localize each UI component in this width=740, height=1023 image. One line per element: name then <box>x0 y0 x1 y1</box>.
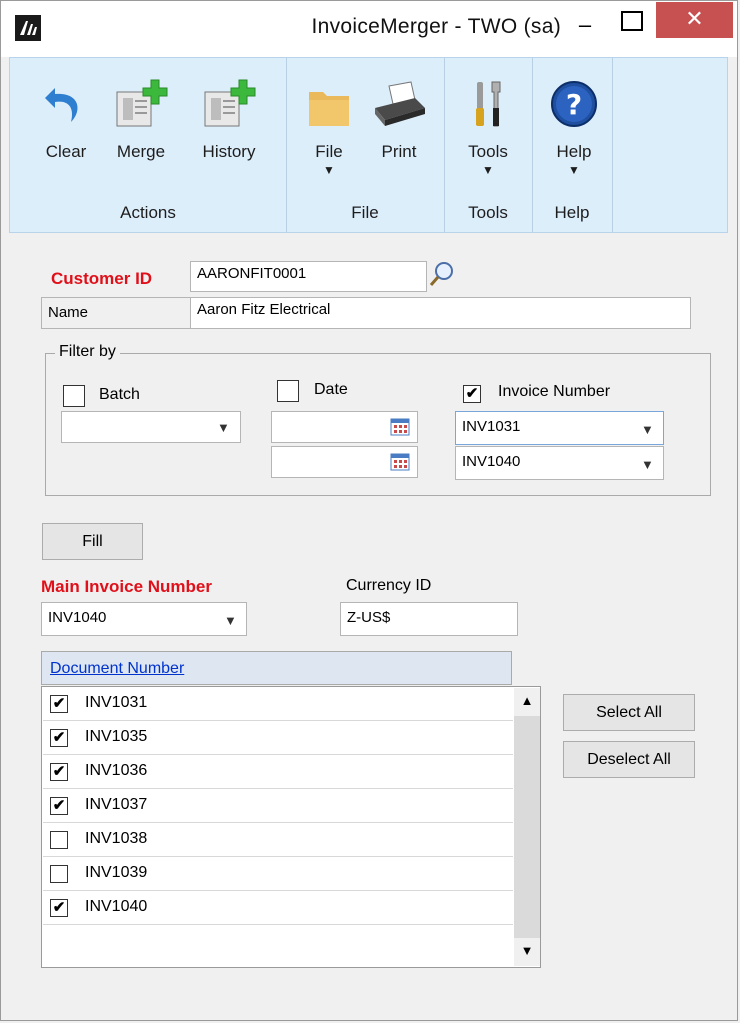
document-number-cell: INV1040 <box>85 898 148 915</box>
file-menu-button[interactable]: File ▼ <box>298 78 360 176</box>
chevron-down-icon: ▼ <box>224 613 237 628</box>
calendar-icon[interactable] <box>390 418 410 440</box>
date-from-field[interactable] <box>271 411 418 443</box>
merge-label: Merge <box>116 142 166 161</box>
chevron-down-icon: ▼ <box>217 420 230 435</box>
group-label-help: Help <box>554 203 590 222</box>
name-label: Name <box>48 304 89 321</box>
table-row[interactable]: ✔ INV1036 <box>43 755 513 789</box>
batch-dropdown[interactable]: ▼ <box>61 411 241 443</box>
document-number-cell: INV1031 <box>85 694 148 711</box>
deselect-all-button[interactable]: Deselect All <box>563 741 695 778</box>
batch-checkbox[interactable] <box>63 385 85 407</box>
table-row[interactable]: INV1038 <box>43 823 513 857</box>
row-checkbox[interactable]: ✔ <box>50 797 68 815</box>
table-row[interactable]: ✔ INV1031 <box>43 687 513 721</box>
file-label: File <box>315 142 343 161</box>
document-number-cell: INV1039 <box>85 864 148 881</box>
help-label: Help <box>556 142 592 161</box>
group-label-actions: Actions <box>120 203 176 222</box>
batch-label: Batch <box>99 386 140 403</box>
document-number-cell: INV1036 <box>85 762 148 779</box>
row-checkbox[interactable]: ✔ <box>50 763 68 781</box>
date-label: Date <box>314 381 348 398</box>
scroll-up-icon[interactable]: ▲ <box>514 688 540 716</box>
chevron-down-icon: ▼ <box>482 163 494 177</box>
chevron-down-icon: ▼ <box>323 163 335 177</box>
lookup-icon[interactable] <box>427 260 457 290</box>
clear-label: Clear <box>45 142 87 161</box>
tools-menu-button[interactable]: Tools ▼ <box>454 78 522 176</box>
maximize-button[interactable] <box>621 11 643 31</box>
grid-header: Document Number <box>41 651 512 685</box>
document-add-icon <box>201 78 257 130</box>
help-icon: ? <box>549 78 599 130</box>
invoice-to-value: INV1040 <box>462 453 521 470</box>
title-bar: InvoiceMerger - TWO (sa) – ✕ <box>1 1 737 57</box>
close-button[interactable]: ✕ <box>656 2 733 38</box>
history-label: History <box>202 142 256 161</box>
select-all-button[interactable]: Select All <box>563 694 695 731</box>
table-row[interactable]: ✔ INV1040 <box>43 891 513 925</box>
name-label-cell: Name <box>41 297 191 329</box>
invoice-from-dropdown[interactable]: INV1031 ▼ <box>455 411 664 445</box>
filter-by-legend: Filter by <box>55 343 120 361</box>
chevron-down-icon: ▼ <box>641 457 654 472</box>
row-checkbox[interactable]: ✔ <box>50 695 68 713</box>
date-checkbox[interactable] <box>277 380 299 402</box>
table-row[interactable]: INV1039 <box>43 857 513 891</box>
folder-icon <box>303 78 355 130</box>
print-label: Print <box>381 142 417 161</box>
fill-button[interactable]: Fill <box>42 523 143 560</box>
row-checkbox[interactable]: ✔ <box>50 899 68 917</box>
ribbon-separator <box>612 58 613 232</box>
main-invoice-value: INV1040 <box>48 609 107 626</box>
document-grid: ✔ INV1031 ✔ INV1035 ✔ INV1036 ✔ INV1037 … <box>41 686 541 968</box>
customer-id-label: Customer ID <box>51 269 153 288</box>
merge-button[interactable]: Merge <box>108 78 174 162</box>
customer-id-field[interactable]: AARONFIT0001 <box>190 261 427 292</box>
row-checkbox[interactable] <box>50 865 68 883</box>
name-field[interactable]: Aaron Fitz Electrical <box>190 297 691 329</box>
help-menu-button[interactable]: ? Help ▼ <box>540 78 608 176</box>
tools-icon <box>468 78 508 130</box>
main-invoice-dropdown[interactable]: INV1040 ▼ <box>41 602 247 636</box>
minimize-button[interactable]: – <box>574 13 596 39</box>
chevron-down-icon: ▼ <box>568 163 580 177</box>
group-label-file: File <box>351 203 379 222</box>
calendar-icon[interactable] <box>390 453 410 475</box>
clear-button[interactable]: Clear <box>36 78 96 162</box>
scroll-down-icon[interactable]: ▼ <box>514 938 540 966</box>
document-number-cell: INV1038 <box>85 830 148 847</box>
invoice-from-value: INV1031 <box>462 418 521 435</box>
row-checkbox[interactable] <box>50 831 68 849</box>
document-add-icon <box>113 78 169 130</box>
table-row[interactable]: ✔ INV1037 <box>43 789 513 823</box>
table-row-empty[interactable] <box>43 925 513 959</box>
vertical-scrollbar[interactable]: ▲ ▼ <box>514 688 540 966</box>
invoice-number-label: Invoice Number <box>498 383 611 400</box>
document-number-cell: INV1035 <box>85 728 148 745</box>
currency-id-field[interactable]: Z-US$ <box>340 602 518 636</box>
main-invoice-label: Main Invoice Number <box>41 577 212 596</box>
document-number-cell: INV1037 <box>85 796 148 813</box>
document-number-column-header[interactable]: Document Number <box>50 660 184 678</box>
printer-icon <box>371 78 427 130</box>
table-row[interactable]: ✔ INV1035 <box>43 721 513 755</box>
ribbon: Clear Merge History Actions File ▼ Print… <box>9 57 728 233</box>
currency-id-label: Currency ID <box>346 577 432 594</box>
invoice-number-checkbox[interactable]: ✔ <box>463 385 481 403</box>
date-to-field[interactable] <box>271 446 418 478</box>
svg-text:?: ? <box>566 88 582 121</box>
invoice-to-dropdown[interactable]: INV1040 ▼ <box>455 446 664 480</box>
chevron-down-icon: ▼ <box>641 422 654 437</box>
print-button[interactable]: Print <box>368 78 430 162</box>
row-checkbox[interactable]: ✔ <box>50 729 68 747</box>
group-label-tools: Tools <box>468 203 508 222</box>
window-title: InvoiceMerger - TWO (sa) <box>311 15 561 38</box>
tools-label: Tools <box>468 142 508 161</box>
history-button[interactable]: History <box>192 78 266 162</box>
undo-icon <box>41 78 91 130</box>
